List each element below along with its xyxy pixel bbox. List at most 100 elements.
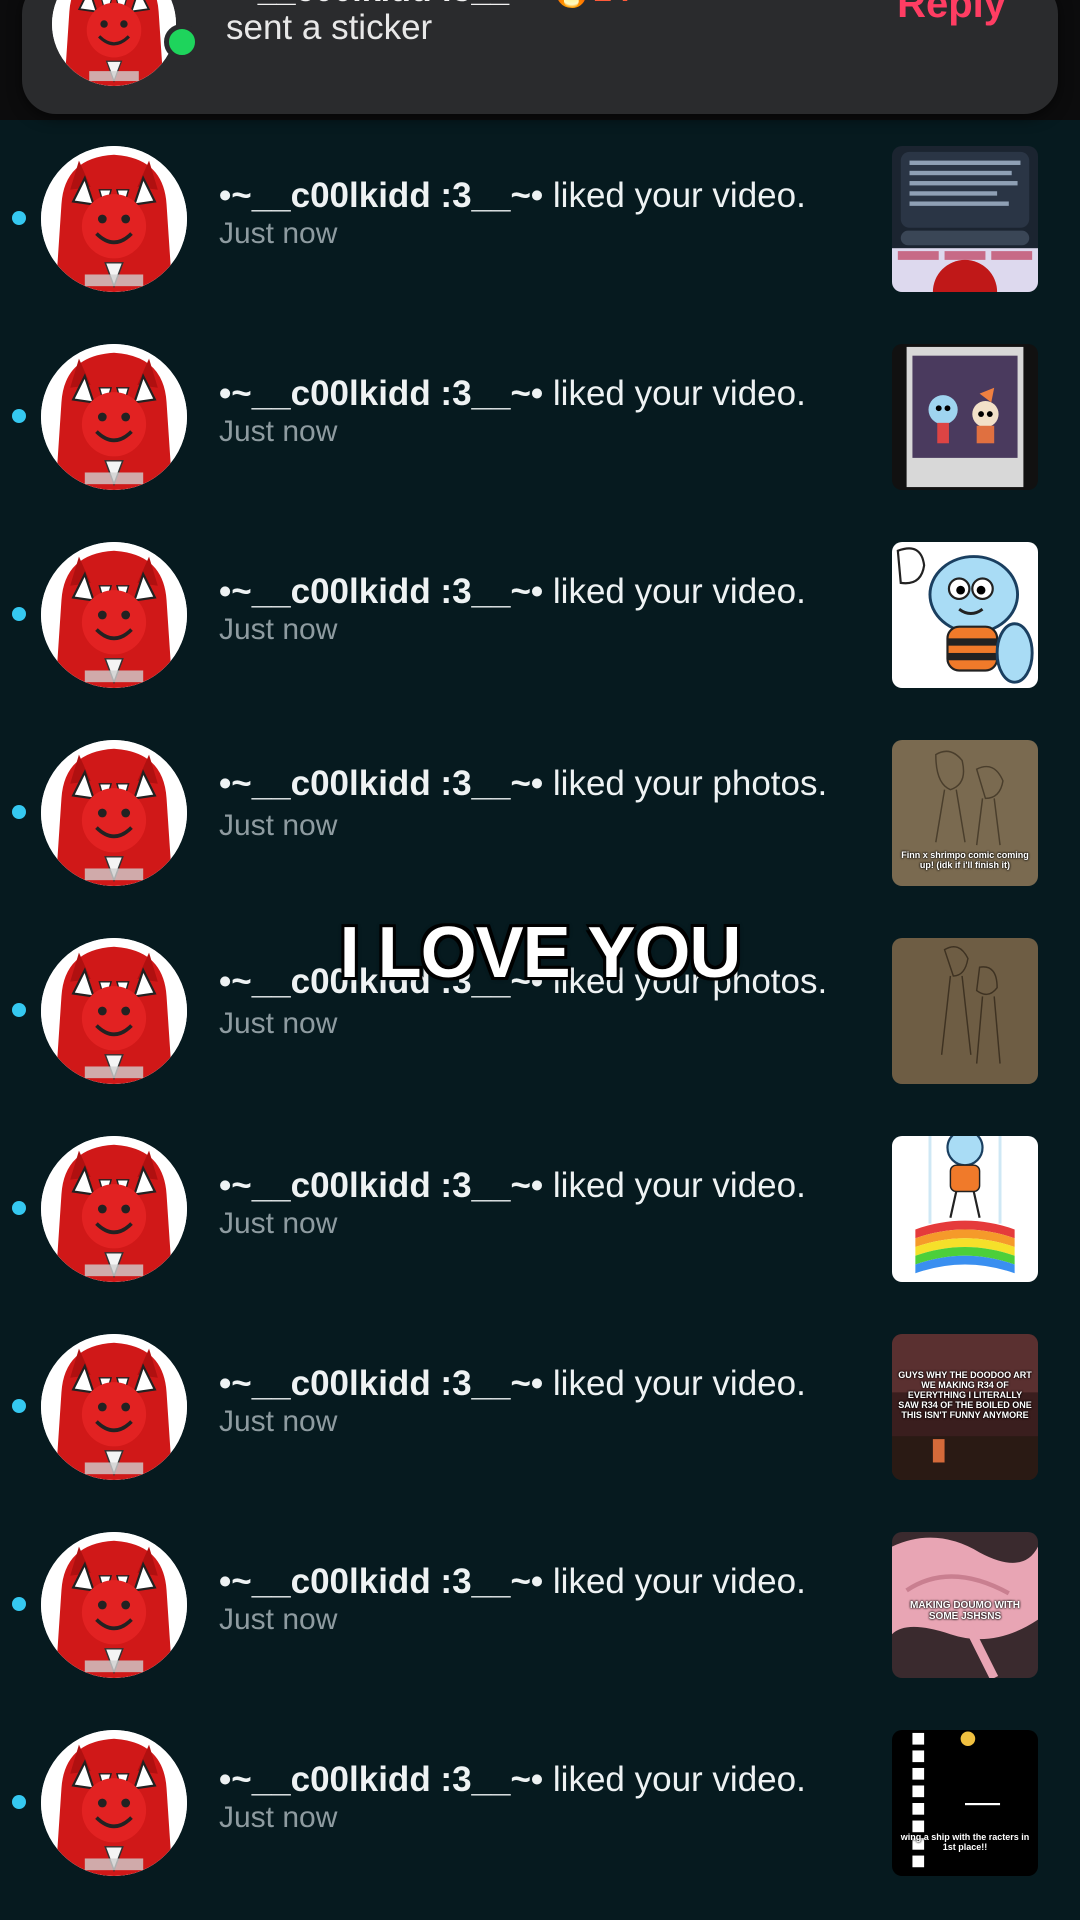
list-item[interactable]: •~__c00lkidd :3__~• liked your video. Ju… [0, 516, 1080, 714]
post-thumbnail[interactable]: GUYS WHY THE DOODOO ART WE MAKING R34 OF… [892, 1334, 1038, 1480]
notification-user: •~__c00lkidd :3__~• [219, 1166, 544, 1205]
notification-text: •~__c00lkidd :3__~• liked your photos. J… [219, 962, 879, 1042]
post-thumbnail[interactable]: wing a ship with the racters in 1st plac… [892, 1730, 1038, 1876]
post-thumbnail[interactable] [892, 938, 1038, 1084]
list-item[interactable]: •~__c00lkidd :3__~• liked your video. Ju… [0, 1110, 1080, 1308]
list-item[interactable]: •~__c00lkidd :3__~• liked your video. Ju… [0, 318, 1080, 516]
notification-user: •~__c00lkidd :3__~• [219, 962, 544, 1001]
thumbnail-image [892, 542, 1038, 688]
notification-time: Just now [219, 1801, 338, 1834]
notification-time: Just now [219, 217, 338, 250]
notification-time: Just now [219, 1007, 338, 1040]
thumbnail-caption: GUYS WHY THE DOODOO ART WE MAKING R34 OF… [898, 1370, 1032, 1420]
avatar[interactable] [41, 740, 187, 886]
unread-indicator-icon [12, 1597, 26, 1611]
banner-avatar[interactable] [52, 0, 176, 86]
notification-text: •~__c00lkidd :3__~• liked your video. Ju… [219, 1562, 879, 1638]
notification-action: liked your video. [543, 572, 806, 611]
notification-banner[interactable]: •~__c00lkidd :3__~• 🔥14 sent a sticker R… [22, 0, 1058, 114]
notification-user: •~__c00lkidd :3__~• [219, 1562, 544, 1601]
list-item[interactable]: •~__c00lkidd :3__~• liked your photos. J… [0, 912, 1080, 1110]
notification-time: Just now [219, 415, 338, 448]
thumbnail-image [892, 344, 1038, 490]
unread-indicator-icon [12, 1795, 26, 1809]
notification-action: liked your video. [543, 1364, 806, 1403]
post-thumbnail[interactable] [892, 146, 1038, 292]
thumbnail-image [892, 1730, 1038, 1876]
avatar-image [41, 1334, 187, 1480]
unread-indicator-icon [12, 805, 26, 819]
avatar[interactable] [41, 344, 187, 490]
thumbnail-image [892, 938, 1038, 1084]
notification-time: Just now [219, 1207, 338, 1240]
post-thumbnail[interactable]: MAKING DOUMO WITH SOME JSHSNS [892, 1532, 1038, 1678]
unread-indicator-icon [12, 1003, 26, 1017]
notification-action: liked your video. [543, 374, 806, 413]
notification-action: liked your photos. [543, 962, 828, 1001]
notification-user: •~__c00lkidd :3__~• [219, 1364, 544, 1403]
notification-text: •~__c00lkidd :3__~• liked your video. Ju… [219, 1760, 879, 1836]
notification-time: Just now [219, 613, 338, 646]
notification-user: •~__c00lkidd :3__~• [219, 572, 544, 611]
notification-action: liked your video. [543, 1166, 806, 1205]
unread-indicator-icon [12, 607, 26, 621]
list-item[interactable]: •~__c00lkidd :3__~• liked your video. Ju… [0, 1308, 1080, 1506]
avatar[interactable] [41, 1730, 187, 1876]
notification-text: •~__c00lkidd :3__~• liked your video. Ju… [219, 176, 879, 252]
notification-time: Just now [219, 1603, 338, 1636]
unread-indicator-icon [12, 1399, 26, 1413]
avatar[interactable] [41, 938, 187, 1084]
avatar[interactable] [41, 1136, 187, 1282]
avatar[interactable] [41, 542, 187, 688]
avatar[interactable] [41, 146, 187, 292]
notification-time: Just now [219, 809, 338, 842]
post-thumbnail[interactable] [892, 542, 1038, 688]
notification-user: •~__c00lkidd :3__~• [219, 176, 544, 215]
avatar[interactable] [41, 1532, 187, 1678]
notification-text: •~__c00lkidd :3__~• liked your video. Ju… [219, 1364, 879, 1440]
avatar[interactable] [41, 1334, 187, 1480]
unread-indicator-icon [12, 211, 26, 225]
notification-text: •~__c00lkidd :3__~• liked your photos. J… [219, 764, 879, 844]
banner-message: sent a sticker [226, 8, 433, 47]
notification-action: liked your video. [543, 1562, 806, 1601]
activity-list: •~__c00lkidd :3__~• liked your video. Ju… [0, 120, 1080, 1902]
avatar-image [41, 542, 187, 688]
notification-user: •~__c00lkidd :3__~• [219, 1760, 544, 1799]
avatar-image [41, 146, 187, 292]
post-thumbnail[interactable] [892, 1136, 1038, 1282]
list-item[interactable]: •~__c00lkidd :3__~• liked your video. Ju… [0, 1506, 1080, 1704]
notification-user: •~__c00lkidd :3__~• [219, 374, 544, 413]
notification-text: •~__c00lkidd :3__~• liked your video. Ju… [219, 374, 879, 450]
avatar-image [41, 1532, 187, 1678]
reply-button[interactable]: Reply [897, 0, 1006, 27]
thumbnail-image [892, 146, 1038, 292]
notification-text: •~__c00lkidd :3__~• liked your video. Ju… [219, 572, 879, 648]
fire-icon: 🔥 [550, 0, 592, 9]
list-item[interactable]: •~__c00lkidd :3__~• liked your video. Ju… [0, 1704, 1080, 1902]
list-item[interactable]: •~__c00lkidd :3__~• liked your video. Ju… [0, 120, 1080, 318]
avatar-image [41, 938, 187, 1084]
post-thumbnail[interactable] [892, 344, 1038, 490]
avatar-image [41, 344, 187, 490]
notification-action: liked your photos. [543, 764, 828, 803]
notification-user: •~__c00lkidd :3__~• [219, 764, 544, 803]
thumbnail-caption: Finn x shrimpo comic coming up! (idk if … [901, 850, 1029, 870]
unread-indicator-icon [12, 409, 26, 423]
avatar-image [41, 1730, 187, 1876]
unread-indicator-icon [12, 1201, 26, 1215]
notification-action: liked your video. [543, 1760, 806, 1799]
thumbnail-caption: wing a ship with the racters in 1st plac… [900, 1832, 1030, 1852]
avatar-image [52, 0, 176, 86]
notification-text: •~__c00lkidd :3__~• liked your video. Ju… [219, 1166, 879, 1242]
avatar-image [41, 1136, 187, 1282]
post-thumbnail[interactable]: Finn x shrimpo comic coming up! (idk if … [892, 740, 1038, 886]
avatar-image [41, 740, 187, 886]
notification-time: Just now [219, 1405, 338, 1438]
thumbnail-image [892, 1136, 1038, 1282]
streak-count: 14 [593, 0, 631, 9]
list-item[interactable]: •~__c00lkidd :3__~• liked your photos. J… [0, 714, 1080, 912]
online-status-icon [164, 24, 200, 60]
thumbnail-caption: MAKING DOUMO WITH SOME JSHSNS [910, 1600, 1020, 1622]
notification-action: liked your video. [543, 176, 806, 215]
